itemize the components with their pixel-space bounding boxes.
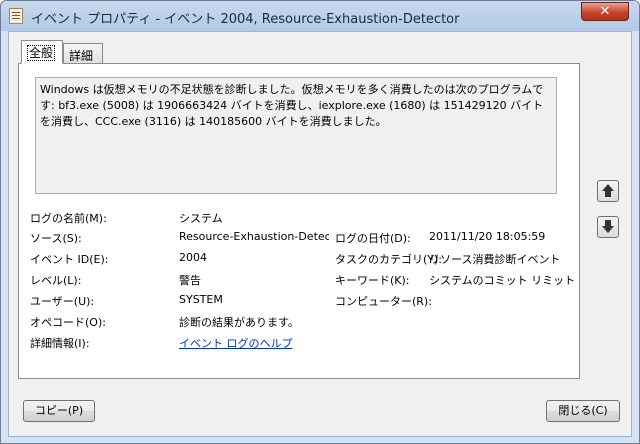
event-description-text: Windows は仮想メモリの不足状態を診断しました。仮想メモリを多く消費したの… [40,83,544,128]
arrow-up-icon [602,184,614,198]
tab-general-label: 全般 [27,45,56,61]
computer-label: コンピューター(R): [335,295,432,308]
tab-general[interactable]: 全般 [21,40,63,64]
source-value: Resource-Exhaustion-Detect [179,230,329,243]
general-tab-panel: Windows は仮想メモリの不足状態を診断しました。仮想メモリを多く消費したの… [18,63,580,379]
opcode-value: 診断の結果があります。 [179,316,299,329]
tab-details[interactable]: 詳細 [63,43,103,64]
title-bar[interactable]: イベント プロパティ - イベント 2004, Resource-Exhaust… [1,1,639,31]
level-value: 警告 [179,274,201,287]
source-label: ソース(S): [30,232,82,245]
opcode-label: オペコード(O): [30,316,106,329]
close-icon: ✕ [599,4,611,19]
logged-date-value: 2011/11/20 18:05:59 [429,230,546,243]
user-value: SYSTEM [179,293,223,306]
event-id-label: イベント ID(E): [30,253,109,266]
dialog-client-area: 全般 詳細 Windows は仮想メモリの不足状態を診断しました。仮想メモリを多… [8,31,632,437]
log-name-label: ログの名前(M): [30,212,107,225]
previous-event-button[interactable] [597,180,619,202]
level-label: レベル(L): [30,274,82,287]
window-close-button[interactable]: ✕ [581,2,629,21]
tab-details-label: 詳細 [69,49,94,63]
event-id-value: 2004 [179,251,207,264]
window-title: イベント プロパティ - イベント 2004, Resource-Exhaust… [31,12,460,27]
arrow-down-icon [602,220,614,234]
event-viewer-icon [9,8,23,24]
event-description-box[interactable]: Windows は仮想メモリの不足状態を診断しました。仮想メモリを多く消費したの… [35,77,557,194]
copy-button[interactable]: コピー(P) [23,400,95,422]
task-category-label: タスクのカテゴリ(Y): [335,253,443,266]
next-event-button[interactable] [597,216,619,238]
close-button[interactable]: 閉じる(C) [546,400,620,422]
log-name-value: システム [179,212,223,225]
event-properties-window: イベント プロパティ - イベント 2004, Resource-Exhaust… [0,0,640,444]
more-info-label: 詳細情報(I): [30,337,90,350]
event-log-help-link[interactable]: イベント ログのヘルプ [179,335,339,351]
user-label: ユーザー(U): [30,295,95,308]
logged-date-label: ログの日付(D): [335,232,411,245]
keywords-value: システムのコミット リミット (仮 [429,274,575,287]
keywords-label: キーワード(K): [335,274,410,287]
task-category-value: リソース消費診断イベント [429,253,561,266]
